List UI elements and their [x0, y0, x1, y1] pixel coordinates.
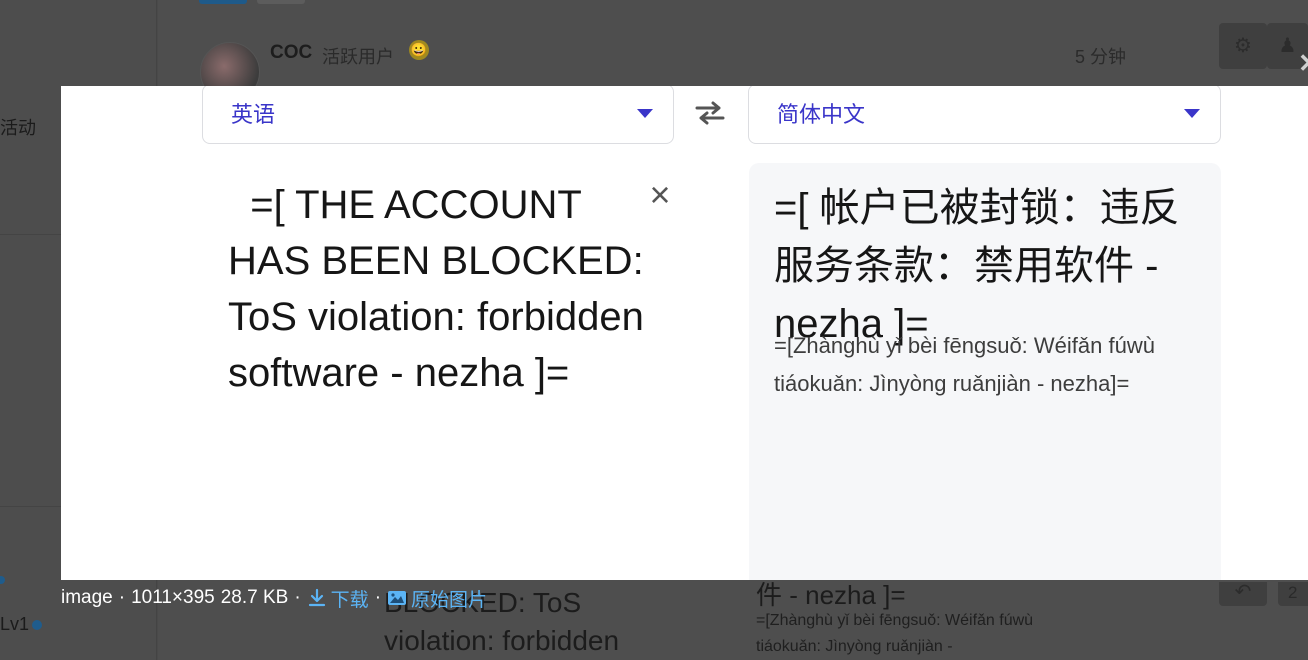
separator: ·: [118, 587, 126, 608]
image-icon: [388, 591, 407, 605]
background-pinyin: =[Zhànghù yǐ bèi fēngsuǒ: Wéifǎn fúwù ti…: [756, 612, 1034, 655]
download-link[interactable]: 下载: [307, 585, 369, 612]
person-icon: ♟: [1278, 35, 1297, 57]
reply-icon: ↶: [1234, 581, 1252, 603]
source-language-label: 英语: [231, 102, 276, 127]
download-icon: [308, 588, 325, 607]
download-label: 下载: [330, 589, 369, 611]
original-image-label: 原始图片: [411, 589, 488, 611]
lightbox-image: 英语 简体中文 =[ THE ACCOUNT HAS BEEN BLOCKED:…: [61, 86, 1308, 580]
tab[interactable]: [257, 0, 305, 4]
user-title: 活跃用户: [322, 47, 394, 67]
post-time[interactable]: 5 分钟: [1075, 43, 1126, 69]
separator: ·: [374, 587, 382, 608]
sidebar-item-level[interactable]: Lv1: [0, 614, 29, 635]
pinyin-text: =[Zhànghù yǐ bèi fēngsuǒ: Wéifǎn fúwù ti…: [774, 333, 1155, 396]
reply-button[interactable]: ↶: [1219, 582, 1267, 606]
image-dimensions: 1011×395: [131, 587, 215, 608]
image-filename: image: [61, 587, 113, 608]
post-username[interactable]: COC: [270, 42, 312, 64]
target-language-label: 简体中文: [777, 102, 866, 127]
emoji-icon: 😀: [409, 40, 429, 60]
translation-panel: =[ 帐户已被封锁：违反服务条款：禁用软件 - nezha ]= =[Zhàng…: [749, 163, 1221, 580]
gear-icon: ⚙: [1234, 35, 1252, 57]
image-filesize: 28.7 KB: [220, 587, 289, 608]
tab-active[interactable]: [199, 0, 247, 4]
clear-icon[interactable]: ×: [645, 177, 675, 213]
chevron-down-icon: [1184, 109, 1200, 118]
image-caption: image · 1011×395 28.7 KB · 下载 · 原始图片: [61, 584, 487, 612]
unread-dot: [32, 620, 42, 630]
background-translated-text: 件 - nezha ]=: [756, 580, 906, 610]
source-text[interactable]: =[ THE ACCOUNT HAS BEEN BLOCKED: ToS vio…: [228, 177, 648, 401]
source-language-select[interactable]: 英语: [202, 86, 674, 144]
target-language-select[interactable]: 简体中文: [748, 86, 1221, 144]
original-image-link[interactable]: 原始图片: [387, 585, 487, 612]
sidebar-item-activity[interactable]: 活动: [0, 114, 36, 140]
reply-count[interactable]: 2: [1278, 582, 1308, 606]
swap-languages-icon[interactable]: [693, 100, 727, 126]
separator: ·: [294, 587, 301, 608]
admin-button[interactable]: ⚙: [1219, 23, 1267, 69]
close-icon[interactable]: ✕: [1298, 48, 1308, 79]
chevron-down-icon: [637, 109, 653, 118]
